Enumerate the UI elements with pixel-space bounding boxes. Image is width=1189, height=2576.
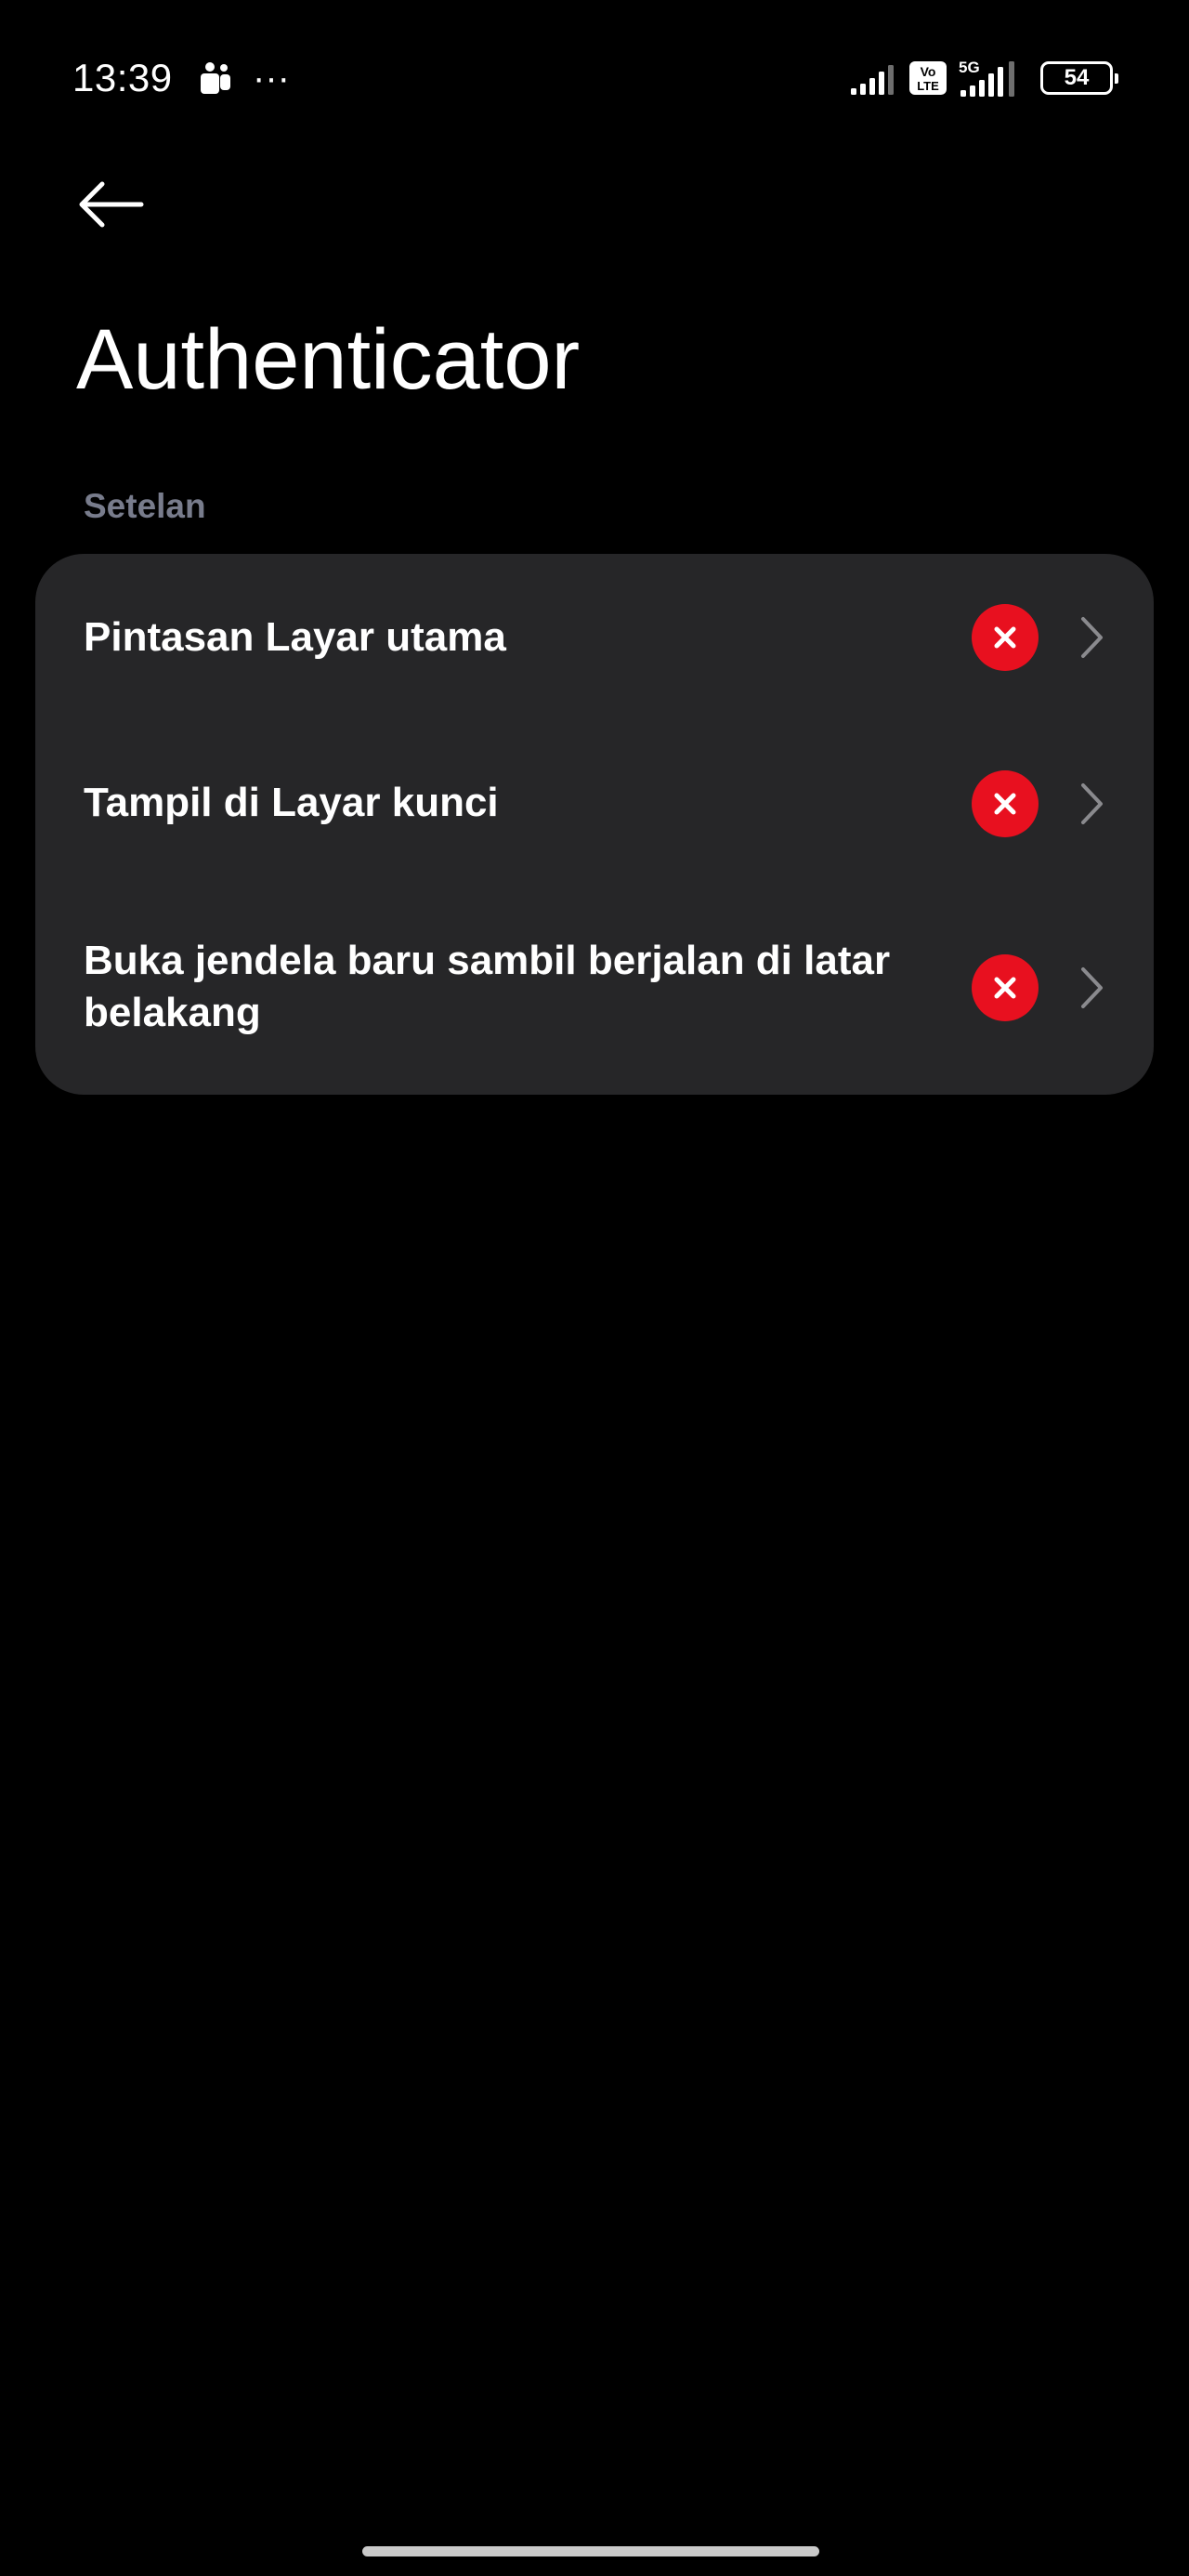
network-5g-label: 5G bbox=[959, 59, 980, 76]
home-indicator[interactable] bbox=[362, 2546, 819, 2556]
status-right-group: Vo LTE 5G 54 bbox=[849, 56, 1118, 100]
x-icon bbox=[972, 604, 1039, 671]
volte-line2: LTE bbox=[917, 79, 939, 93]
page-title: Authenticator bbox=[76, 312, 581, 407]
chevron-right-icon bbox=[1081, 617, 1103, 658]
volte-line1: Vo bbox=[921, 64, 936, 79]
settings-item-label: Buka jendela baru sambil berjalan di lat… bbox=[84, 938, 891, 1035]
status-bar: 13:39 ··· Vo LTE 5G 54 bbox=[0, 0, 1189, 158]
battery-level: 54 bbox=[1064, 65, 1090, 90]
x-icon bbox=[972, 954, 1039, 1021]
battery-icon: 54 bbox=[1040, 61, 1118, 95]
x-icon bbox=[972, 770, 1039, 837]
more-icon: ··· bbox=[253, 58, 290, 99]
settings-item-lock-screen[interactable]: Tampil di Layar kunci bbox=[35, 721, 1154, 888]
arrow-left-icon bbox=[79, 181, 144, 228]
chevron-right-icon bbox=[1081, 783, 1103, 824]
settings-item-label: Pintasan Layar utama bbox=[84, 614, 506, 660]
chevron-right-icon bbox=[1081, 967, 1103, 1008]
back-button[interactable] bbox=[72, 167, 162, 242]
teams-icon bbox=[201, 62, 230, 94]
settings-item-home-shortcut[interactable]: Pintasan Layar utama bbox=[35, 554, 1154, 721]
settings-card: Pintasan Layar utama Tampil di Layar kun… bbox=[35, 554, 1154, 1095]
section-header-setelan: Setelan bbox=[84, 487, 206, 525]
signal-icon bbox=[851, 65, 894, 95]
settings-item-background-windows[interactable]: Buka jendela baru sambil berjalan di lat… bbox=[35, 888, 1154, 1095]
status-time: 13:39 bbox=[72, 56, 173, 99]
signal-5g-icon: 5G bbox=[959, 59, 1014, 97]
volte-icon: Vo LTE bbox=[909, 61, 947, 95]
settings-item-label: Tampil di Layar kunci bbox=[84, 780, 499, 825]
